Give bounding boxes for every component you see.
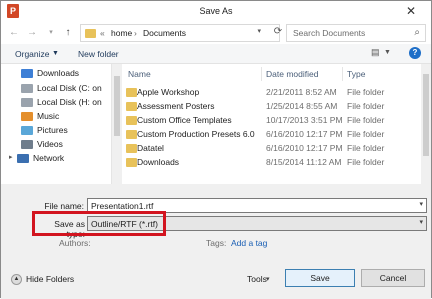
- file-name: Downloads: [137, 157, 180, 167]
- file-type: File folder: [347, 129, 385, 139]
- view-dropdown-icon[interactable]: ▼: [384, 49, 391, 56]
- hide-folders-label: Hide Folders: [26, 274, 75, 284]
- music-icon: [21, 112, 33, 121]
- column-divider: [342, 67, 343, 81]
- breadcrumb-separator-icon: ›: [134, 28, 137, 38]
- recent-locations-chevron-icon[interactable]: ▾: [44, 25, 58, 41]
- scrollbar-thumb[interactable]: [114, 76, 120, 136]
- file-type: File folder: [347, 157, 385, 167]
- breadcrumb-home[interactable]: home: [111, 28, 132, 38]
- file-row[interactable]: Custom Office Templates 10/17/2013 3:51 …: [122, 114, 421, 127]
- breadcrumb-overflow[interactable]: «: [100, 28, 105, 38]
- search-input[interactable]: Search Documents: [293, 28, 365, 38]
- search-box[interactable]: Search Documents ⌕: [286, 24, 426, 42]
- address-dropdown-icon[interactable]: ▾: [257, 27, 261, 35]
- authors-label: Authors:: [59, 238, 91, 248]
- sidebar-item-label: Local Disk (H: on: [37, 97, 102, 107]
- file-name: Custom Production Presets 6.0: [137, 129, 255, 139]
- highlight-annotation: [32, 211, 166, 236]
- column-divider: [261, 67, 262, 81]
- help-icon[interactable]: ?: [409, 47, 421, 59]
- sidebar-item-label: Videos: [37, 139, 63, 149]
- column-header-name[interactable]: Name: [128, 69, 151, 79]
- sidebar-item-label: Local Disk (C: on: [37, 83, 102, 93]
- tools-dropdown-icon: ▾: [266, 276, 270, 283]
- back-arrow-icon[interactable]: ←: [7, 25, 21, 41]
- title-bar: P Save As ✕: [1, 1, 431, 22]
- file-list-scrollbar[interactable]: [421, 64, 431, 184]
- sidebar-item-label: Pictures: [37, 125, 68, 135]
- tools-menu[interactable]: Tools ▾: [247, 273, 275, 287]
- cancel-button[interactable]: Cancel: [361, 269, 425, 287]
- sidebar-item-label: Downloads: [37, 68, 80, 78]
- folder-icon: [126, 158, 137, 167]
- forward-arrow-icon[interactable]: →: [25, 25, 39, 41]
- file-name: Datatel: [137, 143, 164, 153]
- drive-icon: [21, 84, 33, 93]
- dialog-title: Save As: [199, 6, 233, 16]
- file-name-value[interactable]: Presentation1.rtf: [91, 201, 153, 211]
- organize-button[interactable]: Organize: [15, 49, 50, 59]
- navigation-pane-scrollbar[interactable]: [112, 64, 122, 184]
- file-type: File folder: [347, 101, 385, 111]
- file-name: Apple Workshop: [137, 87, 200, 97]
- file-row[interactable]: Apple Workshop 2/21/2011 8:52 AM File fo…: [122, 86, 421, 99]
- file-name-label: File name:: [44, 201, 84, 211]
- command-bar: Organize ▼ New folder ▤ ▼ ?: [1, 44, 431, 64]
- file-name: Assessment Posters: [137, 101, 215, 111]
- address-bar[interactable]: « home › Documents ▾: [80, 24, 280, 42]
- up-arrow-icon[interactable]: ↑: [61, 25, 75, 41]
- save-as-dialog: P Save As ✕ ← → ▾ ↑ « home › Documents ▾…: [0, 0, 432, 299]
- file-type: File folder: [347, 115, 385, 125]
- scrollbar-thumb[interactable]: [423, 74, 429, 156]
- file-type: File folder: [347, 143, 385, 153]
- file-row[interactable]: Downloads 8/15/2014 11:12 AM File folder: [122, 156, 421, 169]
- save-button[interactable]: Save: [285, 269, 355, 287]
- file-name-dropdown-icon[interactable]: ▾: [419, 200, 423, 208]
- file-date: 2/21/2011 8:52 AM: [266, 87, 337, 97]
- tags-label: Tags:: [206, 238, 227, 248]
- search-icon: ⌕: [414, 27, 420, 38]
- file-date: 10/17/2013 3:51 PM: [266, 115, 343, 125]
- add-tag-link[interactable]: Add a tag: [231, 238, 267, 248]
- navigation-pane: Downloads Local Disk (C: on Local Disk (…: [1, 64, 112, 184]
- breadcrumb-documents[interactable]: Documents: [143, 28, 186, 38]
- sidebar-item-label: Network: [33, 153, 65, 163]
- refresh-icon[interactable]: ⟳: [271, 24, 285, 40]
- file-date: 6/16/2010 12:17 PM: [266, 143, 343, 153]
- folder-icon: [126, 116, 137, 125]
- organize-dropdown-icon[interactable]: ▼: [52, 50, 59, 57]
- sidebar-item-label: Music: [37, 111, 60, 121]
- close-button[interactable]: ✕: [397, 3, 425, 19]
- file-date: 8/15/2014 11:12 AM: [266, 157, 342, 167]
- file-date: 6/16/2010 12:17 PM: [266, 129, 343, 139]
- tools-label: Tools: [247, 274, 267, 284]
- file-row[interactable]: Assessment Posters 1/25/2014 8:55 AM Fil…: [122, 100, 421, 113]
- file-date: 1/25/2014 8:55 AM: [266, 101, 338, 111]
- downloads-icon: [21, 69, 33, 78]
- navigation-bar: ← → ▾ ↑ « home › Documents ▾ ⟳ Search Do…: [1, 22, 431, 44]
- file-list: Name Date modified Type Apple Workshop 2…: [122, 64, 421, 184]
- file-name: Custom Office Templates: [137, 115, 232, 125]
- folder-icon: [126, 130, 137, 139]
- column-header-type[interactable]: Type: [347, 69, 365, 79]
- pictures-icon: [21, 126, 33, 135]
- column-header-date-modified[interactable]: Date modified: [266, 69, 318, 79]
- view-options-icon[interactable]: ▤: [371, 47, 380, 58]
- collapse-chevron-icon: ▲: [11, 274, 22, 285]
- network-icon: [17, 154, 29, 163]
- file-row[interactable]: Custom Production Presets 6.0 6/16/2010 …: [122, 128, 421, 141]
- folder-icon: [126, 144, 137, 153]
- hide-folders-toggle[interactable]: ▲ Hide Folders: [11, 273, 81, 287]
- folder-icon: [85, 29, 96, 38]
- folder-icon: [126, 88, 137, 97]
- file-type: File folder: [347, 87, 385, 97]
- drive-icon: [21, 98, 33, 107]
- save-as-type-dropdown-icon[interactable]: ▾: [419, 218, 423, 226]
- file-row[interactable]: Datatel 6/16/2010 12:17 PM File folder: [122, 142, 421, 155]
- videos-icon: [21, 140, 33, 149]
- folder-icon: [126, 102, 137, 111]
- expand-chevron-icon[interactable]: ▸: [9, 153, 13, 161]
- new-folder-button[interactable]: New folder: [78, 49, 119, 59]
